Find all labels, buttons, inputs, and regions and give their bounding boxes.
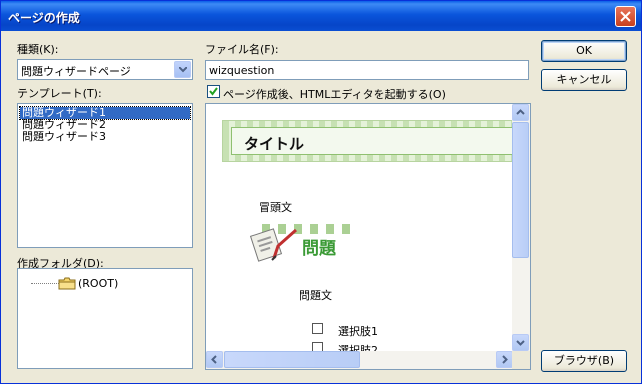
preview-option-checkbox bbox=[312, 342, 323, 351]
template-label: テンプレート(T): bbox=[17, 87, 102, 100]
horizontal-scroll-thumb[interactable] bbox=[224, 351, 360, 368]
type-select[interactable]: 問題ウィザードページ bbox=[17, 59, 193, 80]
preview-horizontal-scrollbar[interactable] bbox=[206, 351, 513, 369]
scroll-left-button[interactable] bbox=[206, 351, 223, 368]
scrollbar-corner bbox=[512, 351, 530, 369]
template-list[interactable]: 問題ウィザード1 問題ウィザード2 問題ウィザード3 bbox=[17, 103, 193, 248]
chevron-right-icon bbox=[502, 355, 508, 364]
preview-option: 選択肢1 bbox=[338, 325, 378, 338]
create-page-dialog: ページの作成 種類(K): 問題ウィザードページ テンプレート(T): 問題ウィ… bbox=[0, 0, 642, 384]
preview-title-box: タイトル bbox=[231, 127, 513, 155]
check-icon bbox=[209, 87, 218, 96]
type-label: 種類(K): bbox=[17, 43, 59, 56]
title-bar[interactable]: ページの作成 bbox=[1, 1, 641, 31]
chevron-down-icon bbox=[179, 67, 187, 73]
question-pencil-icon bbox=[249, 228, 297, 262]
preview-title: タイトル bbox=[244, 135, 305, 153]
template-item[interactable]: 問題ウィザード3 bbox=[20, 131, 190, 143]
filename-label: ファイル名(F): bbox=[205, 43, 279, 56]
chevron-down-icon bbox=[516, 340, 525, 346]
template-preview: タイトル 冒頭文 問題 問題文 選択肢1 選択肢2 bbox=[205, 103, 531, 370]
chevron-left-icon bbox=[211, 355, 217, 364]
preview-option-checkbox bbox=[312, 323, 323, 334]
vertical-scroll-thumb[interactable] bbox=[512, 122, 529, 258]
scroll-right-button[interactable] bbox=[496, 351, 513, 368]
launch-editor-label[interactable]: ページ作成後、HTMLエディタを起動する(O) bbox=[223, 86, 446, 102]
scroll-down-button[interactable] bbox=[512, 334, 529, 351]
tree-branch-line bbox=[31, 283, 59, 284]
preview-content: タイトル 冒頭文 問題 問題文 選択肢1 選択肢2 bbox=[206, 104, 513, 351]
dialog-title: ページの作成 bbox=[8, 11, 80, 25]
folder-icon bbox=[58, 277, 76, 290]
chevron-up-icon bbox=[516, 109, 525, 115]
close-icon bbox=[620, 11, 631, 22]
preview-option: 選択肢2 bbox=[338, 344, 378, 351]
preview-vertical-scrollbar[interactable] bbox=[512, 104, 530, 351]
cancel-button[interactable]: キャンセル bbox=[541, 69, 627, 91]
filename-value: wizquestion bbox=[209, 64, 275, 77]
preview-title-frame: タイトル bbox=[222, 120, 513, 162]
ok-button[interactable]: OK bbox=[541, 40, 627, 62]
type-dropdown-button[interactable] bbox=[174, 61, 191, 78]
question-badge-label: 問題 bbox=[302, 239, 336, 259]
close-button[interactable] bbox=[615, 6, 636, 27]
scroll-up-button[interactable] bbox=[512, 104, 529, 121]
preview-question: 問題文 bbox=[299, 289, 332, 302]
type-select-value: 問題ウィザードページ bbox=[21, 65, 131, 78]
tree-node-root[interactable]: (ROOT) bbox=[78, 277, 118, 290]
filename-input[interactable]: wizquestion bbox=[205, 60, 529, 80]
folder-tree[interactable]: (ROOT) bbox=[17, 268, 193, 369]
browse-button[interactable]: ブラウザ(B) bbox=[541, 350, 627, 372]
launch-editor-checkbox[interactable] bbox=[207, 85, 220, 98]
preview-intro: 冒頭文 bbox=[259, 201, 292, 214]
